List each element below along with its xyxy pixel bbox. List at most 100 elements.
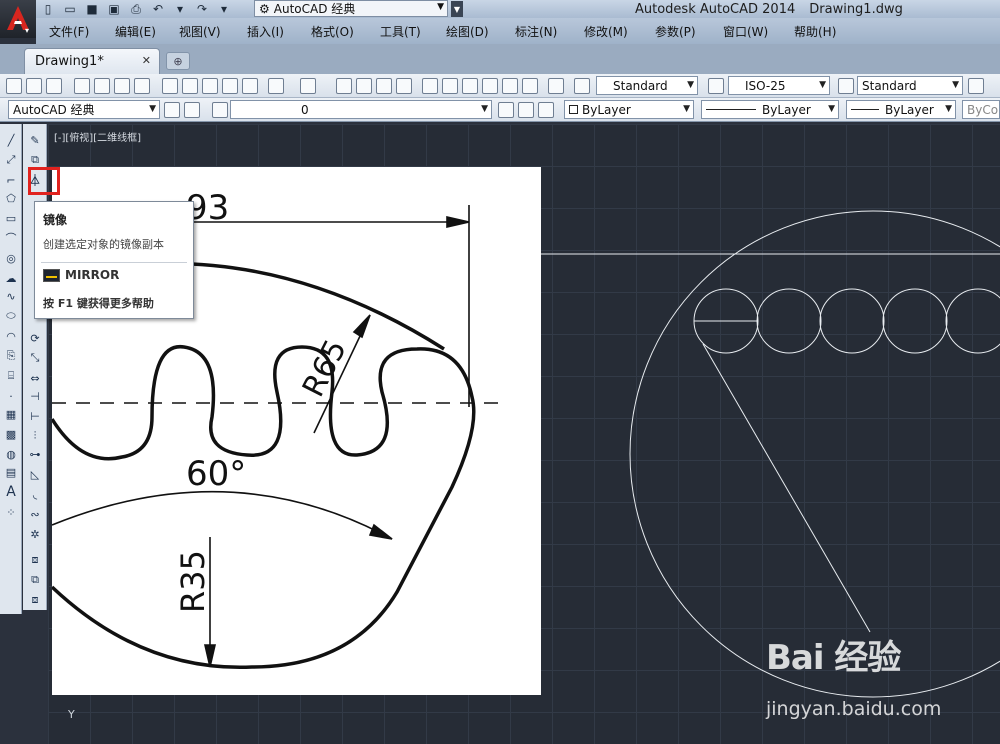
redo-icon[interactable]: ↷ <box>194 2 210 16</box>
undo-icon[interactable] <box>268 78 284 94</box>
fillet-icon[interactable]: ◟ <box>27 486 43 502</box>
menu-parameter[interactable]: 参数(P) <box>655 23 696 40</box>
ellipse-arc-icon[interactable]: ◠ <box>3 328 19 344</box>
menu-view[interactable]: 视图(V) <box>179 23 221 40</box>
rotate-icon[interactable]: ⟳ <box>27 330 43 346</box>
workspace-select[interactable]: ⚙ AutoCAD 经典 ▼ <box>254 0 448 17</box>
construction-line-icon[interactable]: ⤢ <box>3 152 19 168</box>
break-icon[interactable]: ⫶ <box>27 428 43 444</box>
dim-style-select[interactable]: ISO-25 ▼ <box>728 76 830 95</box>
dim-style-icon[interactable] <box>708 78 724 94</box>
polygon-icon[interactable]: ⬠ <box>3 190 19 206</box>
help-icon[interactable] <box>548 78 564 94</box>
open-file-icon[interactable]: ▭ <box>62 2 78 16</box>
make-block-icon[interactable]: ⌸ <box>3 368 19 384</box>
layer-state-icon[interactable] <box>538 102 554 118</box>
layer-select[interactable]: 0 ▼ <box>230 100 492 119</box>
rectangle-icon[interactable]: ▭ <box>3 210 19 226</box>
workspace-combo[interactable]: AutoCAD 经典 ▼ <box>8 100 160 119</box>
new-icon[interactable] <box>6 78 22 94</box>
paste-icon[interactable] <box>202 78 218 94</box>
workspace-settings-icon[interactable] <box>164 102 180 118</box>
line-icon[interactable]: ╱ <box>3 132 19 148</box>
cut-icon[interactable] <box>162 78 178 94</box>
layer-manager-icon[interactable] <box>212 102 228 118</box>
application-menu-button[interactable]: ▾ <box>0 0 36 38</box>
tool-palettes-icon[interactable] <box>462 78 478 94</box>
spline-icon[interactable]: ∿ <box>3 288 19 304</box>
layer-properties-icon[interactable] <box>184 102 200 118</box>
chamfer-icon[interactable]: ◺ <box>27 466 43 482</box>
hatch-icon[interactable]: ▦ <box>3 406 19 422</box>
open-icon[interactable] <box>26 78 42 94</box>
plotstyle-select[interactable]: ByColor <box>962 100 1000 119</box>
revcloud-icon[interactable]: ☁ <box>3 270 19 286</box>
menu-edit[interactable]: 编辑(E) <box>115 23 156 40</box>
redo-icon[interactable] <box>300 78 316 94</box>
print-icon[interactable] <box>74 78 90 94</box>
table-style-select[interactable]: Standard ▼ <box>857 76 963 95</box>
make-current-layer-icon[interactable] <box>498 102 514 118</box>
sheet-set-icon[interactable] <box>482 78 498 94</box>
erase-icon[interactable]: ✎ <box>27 132 43 148</box>
customize-qat-button[interactable]: ▼ <box>451 1 463 17</box>
new-file-icon[interactable]: ▯ <box>40 2 56 16</box>
menu-format[interactable]: 格式(O) <box>311 23 354 40</box>
redo-dropdown-icon[interactable]: ▾ <box>216 2 232 16</box>
draworder-back-icon[interactable]: ⧉ <box>27 572 43 588</box>
arc-icon[interactable]: ⌒ <box>3 230 19 246</box>
copy-icon[interactable] <box>182 78 198 94</box>
text-style-select[interactable]: Standard ▼ <box>596 76 698 95</box>
table-icon[interactable]: ▤ <box>3 464 19 480</box>
preview-icon[interactable] <box>94 78 110 94</box>
scale-icon[interactable]: ⤡ <box>27 350 43 366</box>
3d-print-icon[interactable] <box>134 78 150 94</box>
ellipse-icon[interactable]: ⬭ <box>3 308 19 324</box>
menu-file[interactable]: 文件(F) <box>49 23 89 40</box>
save-icon[interactable] <box>46 78 62 94</box>
draworder-front-icon[interactable]: ⧈ <box>27 552 43 568</box>
pan-icon[interactable] <box>336 78 352 94</box>
zoom-window-icon[interactable] <box>376 78 392 94</box>
insert-block-icon[interactable]: ⎘ <box>3 348 19 364</box>
polyline-icon[interactable]: ⌐ <box>3 172 19 188</box>
menu-insert[interactable]: 插入(I) <box>247 23 284 40</box>
design-center-icon[interactable] <box>442 78 458 94</box>
save-as-icon[interactable]: ▣ <box>106 2 122 16</box>
stretch-icon[interactable]: ⇔ <box>27 370 43 386</box>
lineweight-select[interactable]: ByLayer ▼ <box>846 100 956 119</box>
join-icon[interactable]: ⊶ <box>27 446 43 462</box>
circle-icon[interactable]: ◎ <box>3 250 19 266</box>
linetype-select[interactable]: ByLayer ▼ <box>701 100 839 119</box>
layer-previous-icon[interactable] <box>518 102 534 118</box>
properties-icon[interactable] <box>422 78 438 94</box>
gradient-icon[interactable]: ▩ <box>3 426 19 442</box>
menu-draw[interactable]: 绘图(D) <box>446 23 489 40</box>
color-select[interactable]: ByLayer ▼ <box>564 100 694 119</box>
menu-modify[interactable]: 修改(M) <box>584 23 628 40</box>
table-style-icon[interactable] <box>838 78 854 94</box>
region-icon[interactable]: ◍ <box>3 446 19 462</box>
blend-icon[interactable]: ∾ <box>27 506 43 522</box>
undo-icon[interactable]: ↶ <box>150 2 166 16</box>
undo-dropdown-icon[interactable]: ▾ <box>172 2 188 16</box>
paste-special-icon[interactable] <box>222 78 238 94</box>
markup-icon[interactable] <box>502 78 518 94</box>
save-icon[interactable]: ■ <box>84 2 100 16</box>
quickcalc-icon[interactable] <box>522 78 538 94</box>
menu-tools[interactable]: 工具(T) <box>380 23 421 40</box>
close-icon[interactable]: ✕ <box>142 54 151 67</box>
text-style-icon[interactable] <box>574 78 590 94</box>
new-tab-button[interactable]: ⊕ <box>166 52 190 70</box>
zoom-realtime-icon[interactable] <box>356 78 372 94</box>
explode-icon[interactable]: ✲ <box>27 526 43 542</box>
tab-drawing1[interactable]: Drawing1* ✕ <box>24 48 160 74</box>
draworder-above-icon[interactable]: ⧈ <box>27 592 43 608</box>
point-icon[interactable]: · <box>3 388 19 404</box>
menu-window[interactable]: 窗口(W) <box>723 23 768 40</box>
zoom-previous-icon[interactable] <box>396 78 412 94</box>
multileader-style-icon[interactable] <box>968 78 984 94</box>
trim-icon[interactable]: ⊣ <box>27 388 43 404</box>
copy-object-icon[interactable]: ⧉ <box>27 152 43 168</box>
print-icon[interactable]: ⎙ <box>128 2 144 16</box>
